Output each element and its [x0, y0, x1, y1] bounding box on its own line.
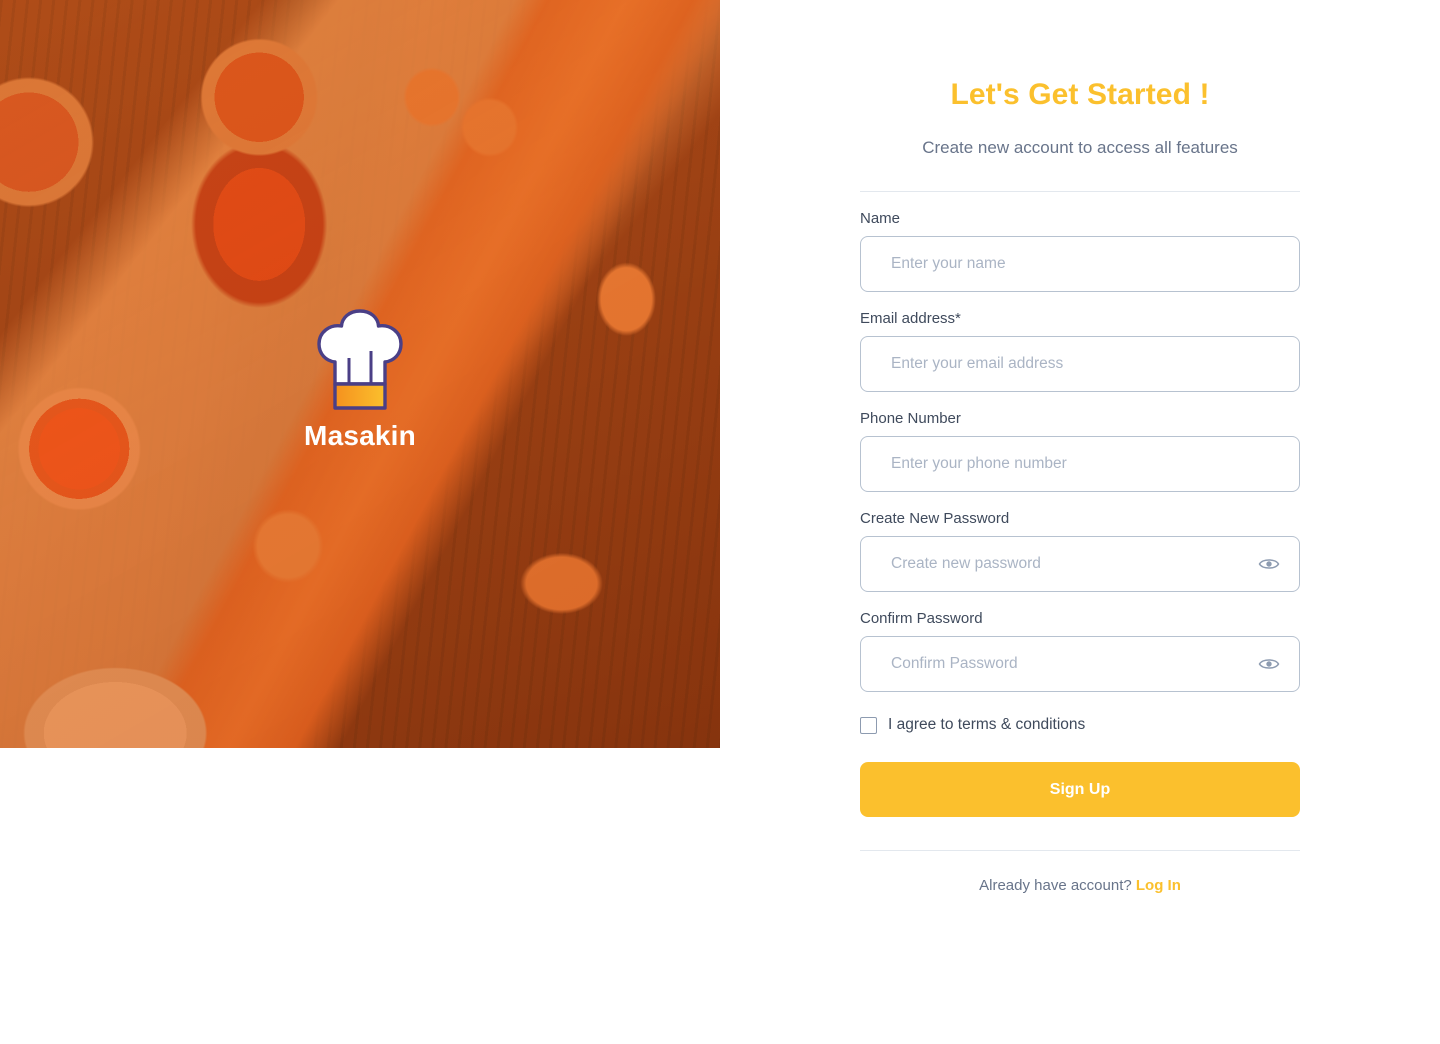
field-phone: Phone Number [860, 410, 1300, 492]
toggle-password-visibility-button[interactable] [1256, 551, 1282, 577]
eye-icon [1258, 659, 1280, 669]
login-prompt-row: Already have account? Log In [860, 877, 1300, 894]
divider-top [860, 191, 1300, 192]
log-in-link[interactable]: Log In [1136, 877, 1181, 894]
brand-logo: Masakin [0, 0, 720, 748]
name-input[interactable] [860, 236, 1300, 292]
hero-image-panel: Masakin [0, 0, 720, 748]
field-email: Email address* [860, 310, 1300, 392]
login-prompt-text: Already have account? [979, 877, 1132, 894]
signup-page: Masakin Let's Get Started ! Create new a… [0, 0, 1440, 1044]
page-subtitle: Create new account to access all feature… [922, 138, 1238, 157]
page-title: Let's Get Started ! [950, 78, 1210, 111]
terms-checkbox[interactable] [860, 716, 877, 734]
password-input[interactable] [860, 536, 1300, 592]
confirm-password-input[interactable] [860, 636, 1300, 692]
label-name: Name [860, 210, 901, 227]
label-email: Email address* [860, 310, 961, 327]
brand-name: Masakin [304, 420, 416, 451]
divider-bottom [860, 850, 1300, 851]
toggle-confirm-password-visibility-button[interactable] [1256, 651, 1282, 677]
eye-icon [1258, 559, 1280, 569]
sign-up-button[interactable]: Sign Up [860, 762, 1300, 817]
field-confirm-password: Confirm Password [860, 610, 1300, 692]
signup-form-panel: Let's Get Started ! Create new account t… [720, 0, 1440, 1044]
field-name: Name [860, 210, 1300, 292]
label-phone: Phone Number [860, 410, 961, 427]
phone-input[interactable] [860, 436, 1300, 492]
chef-hat-icon [317, 309, 403, 410]
label-password: Create New Password [860, 510, 1010, 527]
terms-label[interactable]: I agree to terms & conditions [888, 716, 1085, 734]
terms-row: I agree to terms & conditions [860, 716, 1300, 734]
field-password: Create New Password [860, 510, 1300, 592]
label-confirm-password: Confirm Password [860, 610, 983, 627]
email-input[interactable] [860, 336, 1300, 392]
